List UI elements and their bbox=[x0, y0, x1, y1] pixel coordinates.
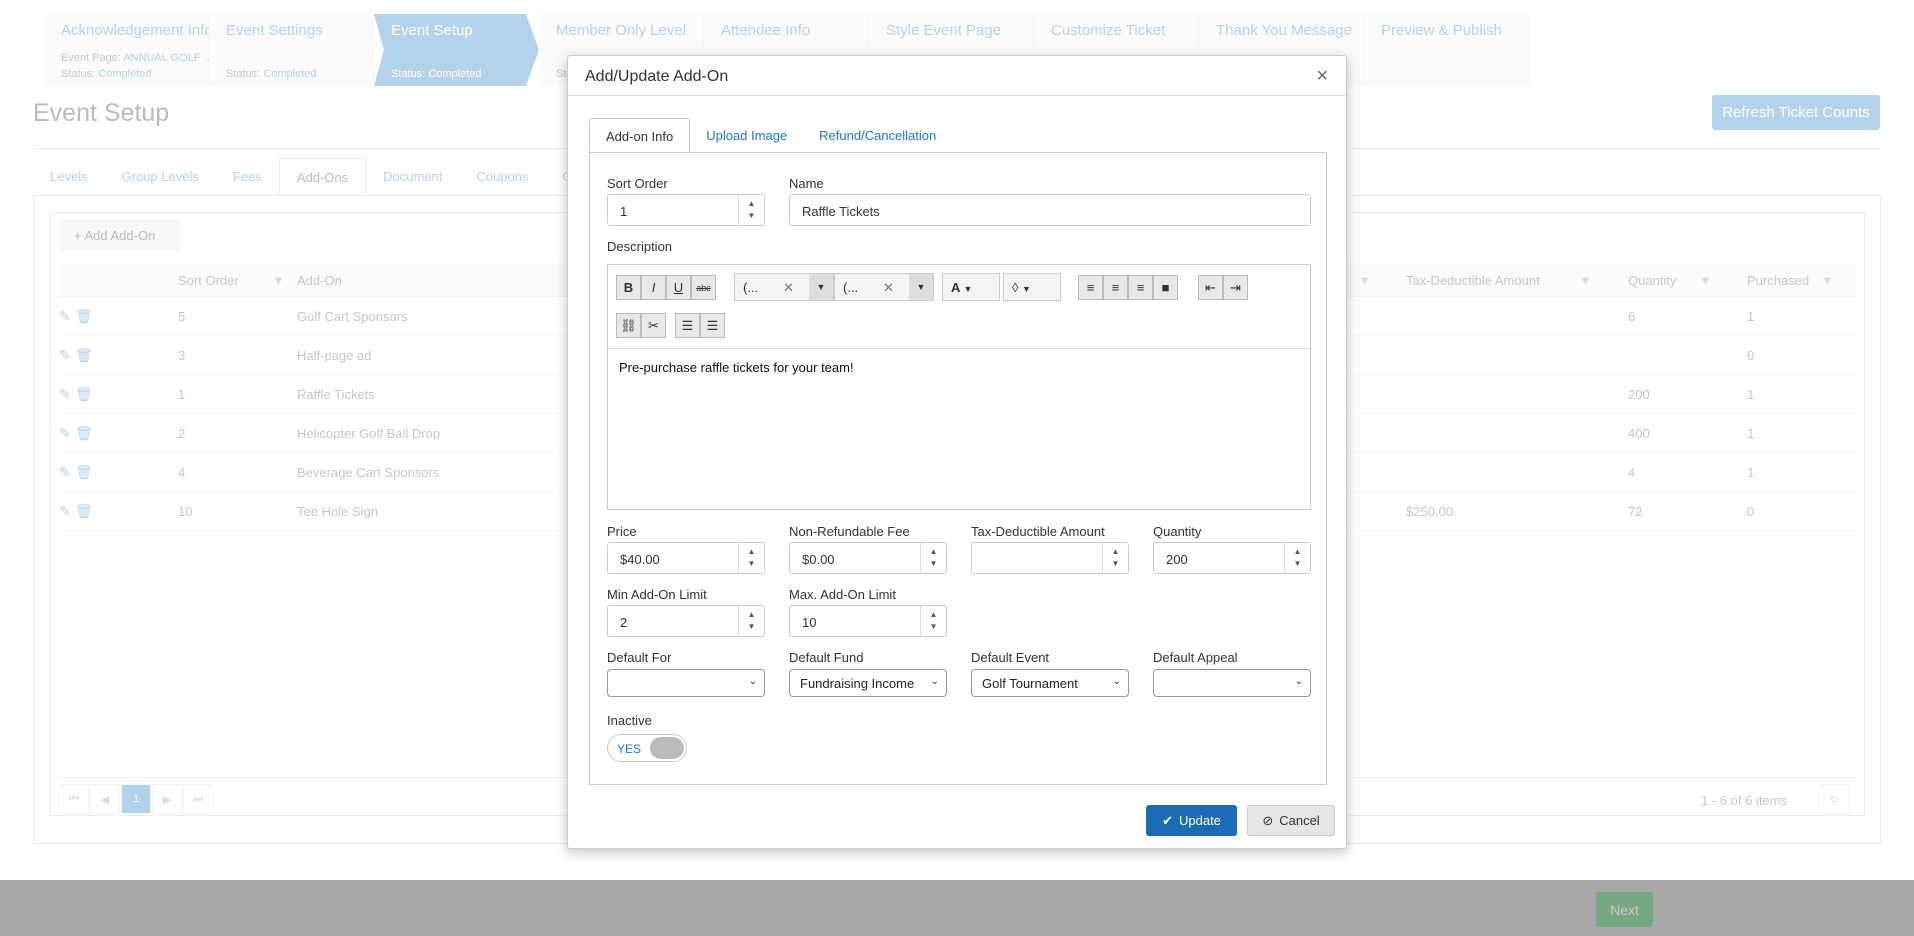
cancel-button[interactable]: ⊘ Cancel bbox=[1247, 805, 1335, 836]
default-fund-label: Default Fund bbox=[789, 650, 864, 665]
default-for-label: Default For bbox=[607, 650, 672, 665]
stepper-arrows-icon[interactable]: ▲ ▼ bbox=[738, 606, 764, 636]
non-refundable-fee-input[interactable]: $0.00 ▲ ▼ bbox=[789, 542, 947, 574]
tax-label: Tax-Deductible Amount bbox=[971, 524, 1105, 539]
sort-order-value: 1 bbox=[620, 204, 628, 219]
indent-icon[interactable]: ⇥ bbox=[1223, 275, 1248, 300]
tab-upload-image[interactable]: Upload Image bbox=[690, 118, 803, 152]
inactive-label: Inactive bbox=[607, 713, 652, 728]
price-input[interactable]: $40.00 ▲ ▼ bbox=[607, 542, 765, 574]
stepper-arrows-icon[interactable]: ▲ ▼ bbox=[738, 543, 764, 573]
strikethrough-icon[interactable]: abc bbox=[691, 275, 716, 300]
underline-icon[interactable]: U bbox=[666, 275, 691, 300]
ban-icon: ⊘ bbox=[1262, 812, 1274, 828]
quantity-label: Quantity bbox=[1153, 524, 1202, 539]
tab-refund-cancellation[interactable]: Refund/Cancellation bbox=[803, 118, 952, 152]
bullet-list-icon[interactable]: ☰ bbox=[700, 313, 725, 338]
chevron-down-icon: ⌄ bbox=[1294, 676, 1303, 687]
price-label: Price bbox=[607, 524, 637, 539]
nrf-value: $0.00 bbox=[802, 552, 835, 567]
font-family-value: (... bbox=[743, 280, 759, 295]
quantity-value: 200 bbox=[1166, 552, 1188, 567]
inactive-toggle[interactable]: YES bbox=[607, 734, 687, 762]
insert-link-icon[interactable]: ⛓ bbox=[616, 313, 641, 338]
close-icon[interactable]: × bbox=[1316, 65, 1328, 88]
default-event-value: Golf Tournament bbox=[982, 676, 1078, 691]
unlink-icon[interactable]: ✂ bbox=[641, 313, 666, 338]
font-size-dropdown[interactable]: (... ✕ ▼ bbox=[834, 273, 934, 301]
justify-icon[interactable]: ■ bbox=[1153, 275, 1178, 300]
font-family-dropdown[interactable]: (... ✕ ▼ bbox=[734, 273, 834, 301]
align-right-icon[interactable]: ≡ bbox=[1128, 275, 1153, 300]
modal-body: Sort Order 1 ▲ ▼ Name Raffle Tickets Descr… bbox=[589, 152, 1327, 785]
clear-icon[interactable]: ✕ bbox=[883, 280, 894, 296]
clear-icon[interactable]: ✕ bbox=[783, 280, 794, 296]
modal-title: Add/Update Add-On bbox=[585, 68, 729, 85]
stepper-arrows-icon[interactable]: ▲ ▼ bbox=[1284, 543, 1310, 573]
toggle-knob bbox=[650, 737, 684, 759]
toggle-label: YES bbox=[617, 742, 642, 756]
font-color-icon[interactable]: A ▼ bbox=[942, 273, 1000, 301]
default-appeal-select[interactable]: ⌄ bbox=[1153, 669, 1311, 697]
chevron-down-icon: ⌄ bbox=[1112, 676, 1121, 687]
stepper-arrows-icon[interactable]: ▲ ▼ bbox=[920, 606, 946, 636]
update-button[interactable]: ✔ Update bbox=[1146, 805, 1237, 836]
chevron-down-icon[interactable]: ▼ bbox=[909, 274, 933, 300]
price-value: $40.00 bbox=[620, 552, 660, 567]
description-editor[interactable]: B I U abc (... ✕ ▼ (... ✕ ▼ A ▼ ◊ ▼ ≡ ≡ ≡ ■ … bbox=[607, 264, 1311, 510]
align-center-icon[interactable]: ≡ bbox=[1103, 275, 1128, 300]
default-for-select[interactable]: ⌄ bbox=[607, 669, 765, 697]
name-input[interactable]: Raffle Tickets bbox=[789, 194, 1311, 226]
default-fund-select[interactable]: Fundraising Income ⌄ bbox=[789, 669, 947, 697]
check-icon: ✔ bbox=[1162, 812, 1173, 828]
stepper-arrows-icon[interactable]: ▲ ▼ bbox=[738, 195, 764, 225]
quantity-input[interactable]: 200 ▲ ▼ bbox=[1153, 542, 1311, 574]
chevron-down-icon[interactable]: ▼ bbox=[809, 274, 833, 300]
outdent-icon[interactable]: ⇤ bbox=[1198, 275, 1223, 300]
editor-toolbar: B I U abc (... ✕ ▼ (... ✕ ▼ A ▼ ◊ ▼ ≡ ≡ ≡ ■ … bbox=[608, 265, 1310, 349]
max-limit-value: 10 bbox=[802, 615, 817, 630]
default-event-select[interactable]: Golf Tournament ⌄ bbox=[971, 669, 1129, 697]
tab-addon-info[interactable]: Add-on Info bbox=[589, 118, 691, 152]
max-limit-input[interactable]: 10 ▲ ▼ bbox=[789, 605, 947, 637]
bold-icon[interactable]: B bbox=[616, 275, 641, 300]
min-limit-value: 2 bbox=[620, 615, 628, 630]
cancel-label: Cancel bbox=[1279, 813, 1320, 828]
modal-tabs: Add-on Info Upload Image Refund/Cancella… bbox=[589, 118, 952, 152]
default-appeal-label: Default Appeal bbox=[1153, 650, 1238, 665]
numbered-list-icon[interactable]: ☰ bbox=[675, 313, 700, 338]
name-label: Name bbox=[789, 176, 824, 191]
chevron-down-icon: ⌄ bbox=[748, 676, 757, 687]
stepper-arrows-icon[interactable]: ▲ ▼ bbox=[1102, 543, 1128, 573]
italic-icon[interactable]: I bbox=[641, 275, 666, 300]
addon-modal: Add/Update Add-On × Add-on Info Upload I… bbox=[567, 55, 1347, 849]
nrf-label: Non-Refundable Fee bbox=[789, 524, 910, 539]
font-size-value: (... bbox=[843, 280, 859, 295]
description-text: Pre-purchase raffle tickets for your tea… bbox=[619, 360, 854, 375]
default-event-label: Default Event bbox=[971, 650, 1050, 665]
next-button[interactable]: Next bbox=[1596, 892, 1653, 927]
chevron-down-icon: ⌄ bbox=[930, 676, 939, 687]
default-fund-value: Fundraising Income bbox=[800, 676, 915, 691]
sort-order-label: Sort Order bbox=[607, 176, 668, 191]
max-limit-label: Max. Add-On Limit bbox=[789, 587, 896, 602]
stepper-arrows-icon[interactable]: ▲ ▼ bbox=[920, 543, 946, 573]
tax-deductible-input[interactable]: ▲ ▼ bbox=[971, 542, 1129, 574]
min-limit-label: Min Add-On Limit bbox=[607, 587, 707, 602]
sort-order-input[interactable]: 1 ▲ ▼ bbox=[607, 194, 765, 226]
update-label: Update bbox=[1178, 813, 1221, 828]
background-color-icon[interactable]: ◊ ▼ bbox=[1003, 273, 1061, 301]
modal-header: Add/Update Add-On × bbox=[568, 56, 1346, 96]
align-left-icon[interactable]: ≡ bbox=[1078, 275, 1103, 300]
min-limit-input[interactable]: 2 ▲ ▼ bbox=[607, 605, 765, 637]
description-label: Description bbox=[607, 239, 673, 254]
name-value: Raffle Tickets bbox=[802, 204, 880, 219]
